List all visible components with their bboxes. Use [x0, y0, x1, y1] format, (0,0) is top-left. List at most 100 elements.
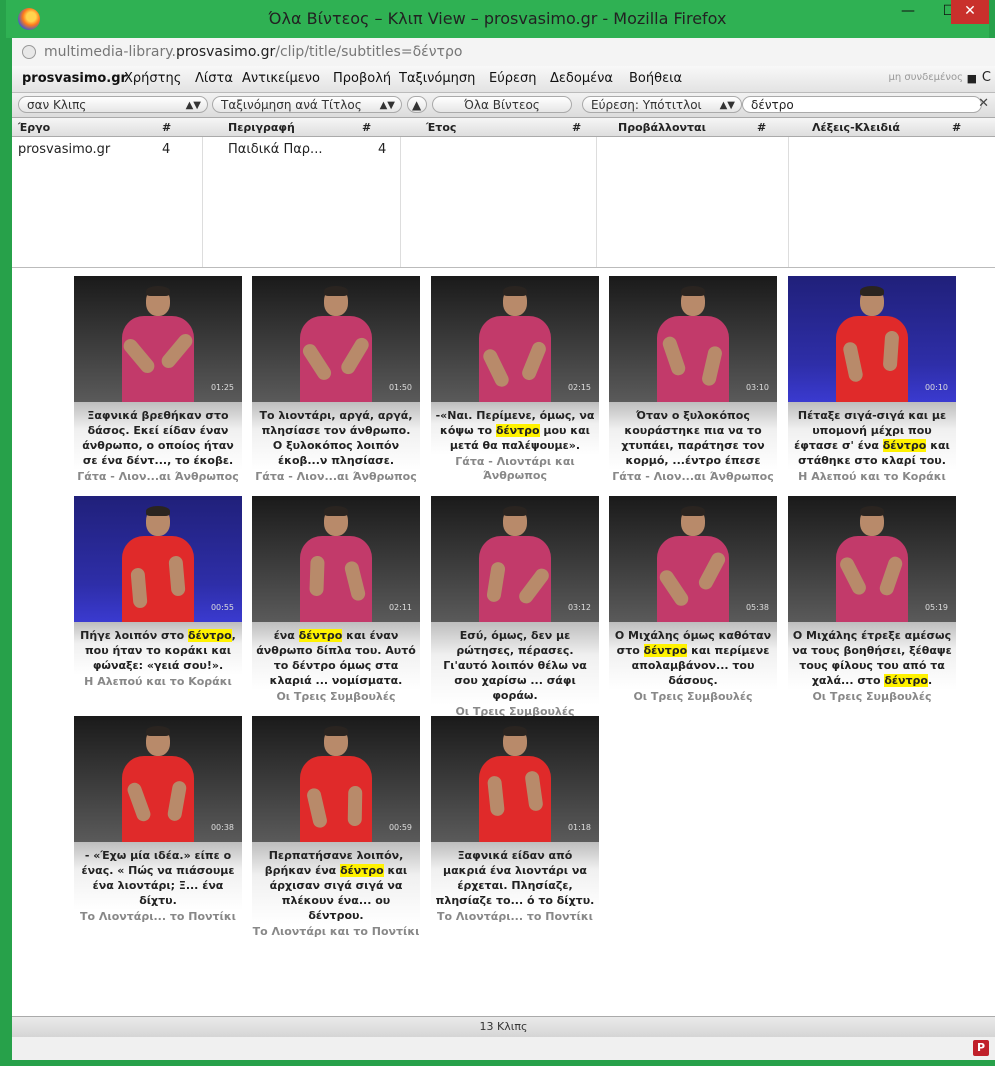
- list-item[interactable]: Παιδικά Παρ...: [228, 142, 322, 157]
- clip-tile[interactable]: 05:38 Ο Μιχάλης όμως καθόταν στο δέντρο κ…: [609, 496, 777, 704]
- clip-thumbnail[interactable]: 02:11: [252, 496, 420, 622]
- clip-thumbnail[interactable]: 05:38: [609, 496, 777, 622]
- scope-button[interactable]: Όλα Βίντεος: [432, 96, 572, 113]
- clip-thumbnail[interactable]: 00:59: [252, 716, 420, 842]
- select-arrows-icon: ▲▼: [379, 100, 395, 111]
- clip-thumbnail[interactable]: 00:38: [74, 716, 242, 842]
- column-count[interactable]: #: [362, 121, 371, 134]
- clip-caption: Το λιοντάρι, αργά, αργά, πλησίασε τον άν…: [252, 402, 420, 470]
- clip-caption: Όταν ο ξυλοκόπος κουράστηκε πια να το χτ…: [609, 402, 777, 470]
- clip-source[interactable]: Γάτα - Λιον...αι Άνθρωπος: [74, 470, 242, 484]
- clip-grid: 01:25 Ξαφνικά βρεθήκαν στο δάσος. Εκεί εί…: [12, 268, 995, 1016]
- clip-tile[interactable]: 00:59 Περπατήσανε λοιπόν, βρήκαν ένα δέντ…: [252, 716, 420, 939]
- column-divider: [788, 137, 789, 267]
- sort-select-label: Ταξινόμηση ανά Τίτλος: [221, 98, 362, 112]
- close-button[interactable]: ✕: [951, 0, 989, 24]
- view-select-label: σαν Κλιπς: [27, 98, 87, 112]
- clip-source[interactable]: Το Λιοντάρι και το Ποντίκι: [252, 925, 420, 939]
- clip-thumbnail[interactable]: 03:10: [609, 276, 777, 402]
- menu-list[interactable]: Λίστα: [195, 71, 233, 86]
- sort-select[interactable]: Ταξινόμηση ανά Τίτλος ▲▼: [212, 96, 402, 113]
- find-select[interactable]: Εύρεση: Υπότιτλοι ▲▼: [582, 96, 742, 113]
- reload-icon[interactable]: C: [982, 70, 991, 85]
- menu-item[interactable]: Αντικείμενο: [242, 71, 320, 86]
- clip-source[interactable]: Οι Τρεις Συμβουλές: [609, 690, 777, 704]
- clip-source[interactable]: Το Λιοντάρι... το Ποντίκι: [74, 910, 242, 924]
- timecode: 00:38: [210, 823, 234, 832]
- menu-help[interactable]: Βοήθεια: [629, 71, 682, 86]
- clip-source[interactable]: Γάτα - Λιον...αι Άνθρωπος: [252, 470, 420, 484]
- timecode: 02:15: [567, 383, 591, 392]
- search-highlight: δέντρο: [340, 864, 384, 877]
- clip-thumbnail[interactable]: 03:12: [431, 496, 599, 622]
- clip-tile[interactable]: 03:10 Όταν ο ξυλοκόπος κουράστηκε πια να …: [609, 276, 777, 484]
- menu-sort[interactable]: Ταξινόμηση: [399, 71, 475, 86]
- person-icon[interactable]: ■: [967, 72, 977, 85]
- column-count[interactable]: #: [162, 121, 171, 134]
- search-highlight: δέντρο: [882, 439, 927, 452]
- login-status[interactable]: μη συνδεμένος: [889, 72, 963, 83]
- column-count[interactable]: #: [952, 121, 961, 134]
- search-input[interactable]: δέντρο: [742, 96, 982, 113]
- clip-tile[interactable]: 02:11 ένα δέντρο και έναν άνθρωπο δίπλα τ…: [252, 496, 420, 704]
- column-header-description[interactable]: Περιγραφή: [228, 121, 295, 134]
- search-highlight: δέντρο: [884, 674, 928, 687]
- clip-caption: - «Έχω μία ιδέα.» είπε ο ένας. « Πώς να …: [74, 842, 242, 910]
- find-select-label: Εύρεση: Υπότιτλοι: [591, 98, 702, 112]
- column-headers: Έργο # Περιγραφή # Έτος # Προβάλλονται #…: [12, 118, 995, 137]
- clip-thumbnail[interactable]: 01:18: [431, 716, 599, 842]
- clip-source[interactable]: Γάτα - Λιοντάρι και Άνθρωπος: [431, 455, 599, 483]
- column-count[interactable]: #: [757, 121, 766, 134]
- address-bar[interactable]: multimedia-library.prosvasimo.gr/clip/ti…: [12, 38, 995, 67]
- menu-brand[interactable]: prosvasimo.gr: [22, 71, 127, 86]
- clip-tile[interactable]: 01:25 Ξαφνικά βρεθήκαν στο δάσος. Εκεί εί…: [74, 276, 242, 484]
- url-domain: prosvasimo.gr: [175, 44, 276, 60]
- clear-search-icon[interactable]: ✕: [978, 96, 989, 111]
- list-item[interactable]: prosvasimo.gr: [18, 142, 110, 157]
- clip-caption: Πήγε λοιπόν στο δέντρο, που ήταν το κορά…: [74, 622, 242, 675]
- clip-caption: Ο Μιχάλης έτρεξε αμέσως να τους βοηθήσει…: [788, 622, 956, 690]
- clip-source[interactable]: Οι Τρεις Συμβουλές: [788, 690, 956, 704]
- clip-thumbnail[interactable]: 00:10: [788, 276, 956, 402]
- list-item-count: 4: [162, 142, 171, 157]
- column-header-shown[interactable]: Προβάλλονται: [618, 121, 706, 134]
- column-header-project[interactable]: Έργο: [18, 121, 50, 134]
- clip-source[interactable]: Το Λιοντάρι... το Ποντίκι: [431, 910, 599, 924]
- clip-tile[interactable]: 01:18 Ξαφνικά είδαν από μακριά ένα λιοντά…: [431, 716, 599, 924]
- timecode: 03:12: [567, 603, 591, 612]
- clip-thumbnail[interactable]: 05:19: [788, 496, 956, 622]
- status-bar: 13 Κλιπς: [12, 1016, 995, 1037]
- menu-data[interactable]: Δεδομένα: [550, 71, 613, 86]
- clip-thumbnail[interactable]: 00:55: [74, 496, 242, 622]
- menu-view[interactable]: Προβολή: [333, 71, 391, 86]
- addon-button[interactable]: P: [973, 1040, 989, 1056]
- clip-source[interactable]: Οι Τρεις Συμβουλές: [252, 690, 420, 704]
- menu-find[interactable]: Εύρεση: [489, 71, 537, 86]
- clip-thumbnail[interactable]: 01:25: [74, 276, 242, 402]
- clip-tile[interactable]: 01:50 Το λιοντάρι, αργά, αργά, πλησίασε τ…: [252, 276, 420, 484]
- clip-tile[interactable]: 02:15 -«Ναι. Περίμενε, όμως, να κόψω το δ…: [431, 276, 599, 483]
- minimize-button[interactable]: —: [886, 0, 930, 24]
- globe-icon: [22, 45, 36, 59]
- url-text[interactable]: multimedia-library.prosvasimo.gr/clip/ti…: [44, 44, 462, 60]
- clip-thumbnail[interactable]: 01:50: [252, 276, 420, 402]
- menu-user[interactable]: Χρήστης: [124, 71, 181, 86]
- clip-thumbnail[interactable]: 02:15: [431, 276, 599, 402]
- clip-tile[interactable]: 00:10 Πέταξε σιγά-σιγά και με υπομονή μέχ…: [788, 276, 956, 484]
- column-count[interactable]: #: [572, 121, 581, 134]
- timecode: 01:25: [210, 383, 234, 392]
- clip-tile[interactable]: 05:19 Ο Μιχάλης έτρεξε αμέσως να τους βοη…: [788, 496, 956, 704]
- clip-caption: -«Ναι. Περίμενε, όμως, να κόψω το δέντρο…: [431, 402, 599, 455]
- clip-source[interactable]: Η Αλεπού και το Κοράκι: [74, 675, 242, 689]
- timecode: 00:59: [388, 823, 412, 832]
- clip-source[interactable]: Η Αλεπού και το Κοράκι: [788, 470, 956, 484]
- clip-tile[interactable]: 03:12 Εσύ, όμως, δεν με ρώτησες, πέρασες.…: [431, 496, 599, 719]
- clip-tile[interactable]: 00:55 Πήγε λοιπόν στο δέντρο, που ήταν το…: [74, 496, 242, 689]
- column-header-keywords[interactable]: Λέξεις-Κλειδιά: [812, 121, 900, 134]
- clip-source[interactable]: Γάτα - Λιον...αι Άνθρωπος: [609, 470, 777, 484]
- view-select[interactable]: σαν Κλιπς ▲▼: [18, 96, 208, 113]
- clip-tile[interactable]: 00:38 - «Έχω μία ιδέα.» είπε ο ένας. « Πώ…: [74, 716, 242, 924]
- timecode: 03:10: [745, 383, 769, 392]
- column-header-year[interactable]: Έτος: [426, 121, 456, 134]
- sort-direction-button[interactable]: ▲: [407, 96, 427, 113]
